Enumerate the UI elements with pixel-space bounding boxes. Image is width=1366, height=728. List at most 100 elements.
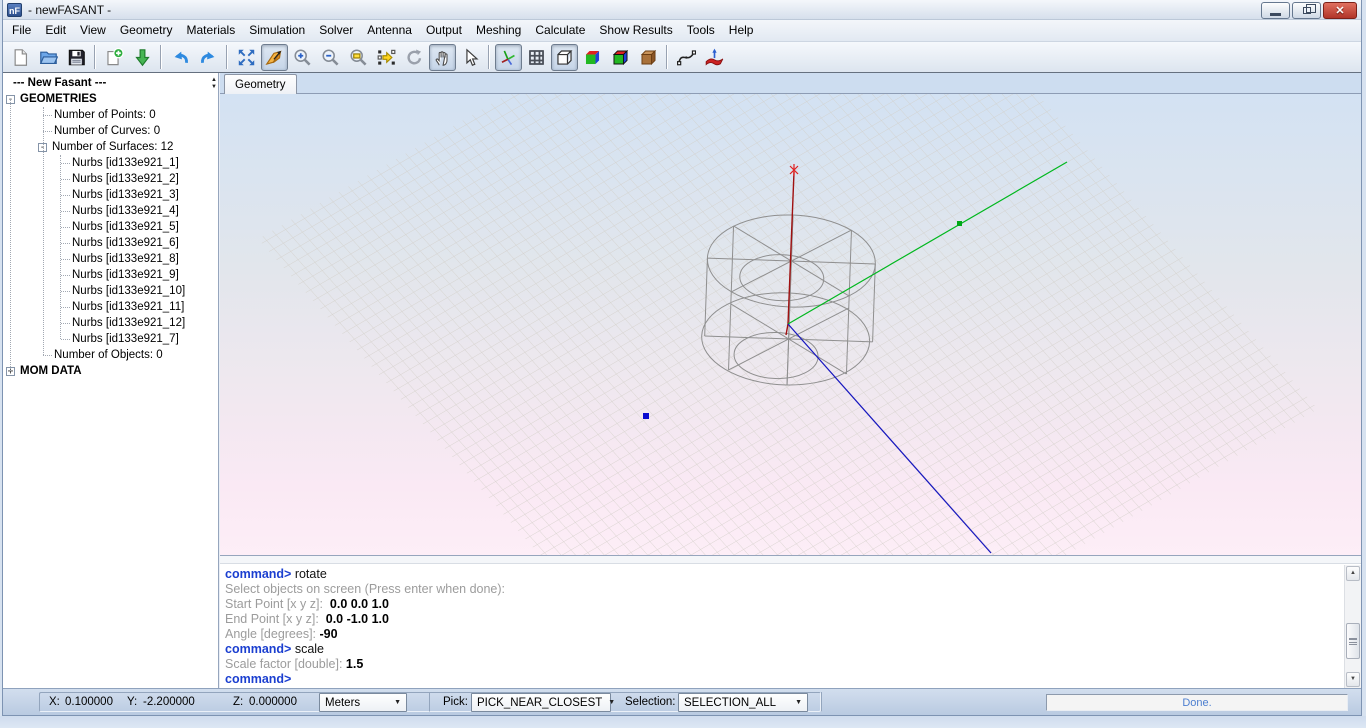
menu-item-tools[interactable]: Tools xyxy=(680,20,722,41)
toolbar-save-button[interactable] xyxy=(63,44,90,71)
toolbar-solid-view-alt-button[interactable] xyxy=(607,44,634,71)
toolbar-fit-view-button[interactable] xyxy=(233,44,260,71)
toolbar-surface-tool-button[interactable] xyxy=(701,44,728,71)
title-bar[interactable]: nF - newFASANT - ✕ xyxy=(3,0,1361,20)
tree-item-nurbs-id133e921-9-[interactable]: Nurbs [id133e921_9] xyxy=(61,267,218,283)
tree-connector-stub xyxy=(61,163,70,164)
console-line: End Point [x y z]: 0.0 -1.0 1.0 xyxy=(225,612,1344,627)
units-dropdown[interactable]: Meters▼ xyxy=(319,693,407,712)
tree-item--new-fasant-[interactable]: --- New Fasant --- xyxy=(13,75,218,91)
toolbar-zoom-out-button[interactable] xyxy=(317,44,344,71)
coord-x-value: 0.100000 xyxy=(65,696,113,708)
menu-item-view[interactable]: View xyxy=(73,20,113,41)
zoom-out-icon xyxy=(321,48,340,67)
toolbar-pan-button[interactable] xyxy=(429,44,456,71)
menu-item-materials[interactable]: Materials xyxy=(180,20,243,41)
menu-item-edit[interactable]: Edit xyxy=(38,20,73,41)
menu-item-help[interactable]: Help xyxy=(722,20,761,41)
menu-item-output[interactable]: Output xyxy=(419,20,469,41)
toolbar-select-cursor-button[interactable] xyxy=(457,44,484,71)
toolbar-solid-view-button[interactable] xyxy=(579,44,606,71)
point-marker[interactable] xyxy=(643,413,649,419)
menu-item-solver[interactable]: Solver xyxy=(312,20,360,41)
tree-item-geometries[interactable]: -GEOMETRIES xyxy=(6,91,218,107)
menu-item-calculate[interactable]: Calculate xyxy=(528,20,592,41)
tree-connector-stub xyxy=(61,291,70,292)
menu-item-antenna[interactable]: Antenna xyxy=(360,20,419,41)
selection-mode-dropdown[interactable]: SELECTION_ALL▼ xyxy=(678,693,808,712)
toolbar-perspective-view-button[interactable] xyxy=(261,44,288,71)
tree-connector-stub xyxy=(61,243,70,244)
fit-view-icon xyxy=(237,48,256,67)
console-line: Scale factor [double]: 1.5 xyxy=(225,657,1344,672)
tree-item-nurbs-id133e921-3-[interactable]: Nurbs [id133e921_3] xyxy=(61,187,218,203)
console-line: Select objects on screen (Press enter wh… xyxy=(225,582,1344,597)
zoom-in-icon xyxy=(293,48,312,67)
toolbar-open-file-button[interactable] xyxy=(35,44,62,71)
toolbar-curve-tool-button[interactable] xyxy=(673,44,700,71)
tree-connector-line xyxy=(10,99,11,371)
toolbar-new-document-button[interactable] xyxy=(7,44,34,71)
tree-item-number-of-curves-0[interactable]: Number of Curves: 0 xyxy=(43,123,218,139)
wireframe-view-icon xyxy=(555,48,574,67)
scroll-down-button[interactable]: ▼ xyxy=(1346,672,1360,687)
console-output[interactable]: command> rotateSelect objects on screen … xyxy=(220,565,1344,688)
minimize-button[interactable] xyxy=(1261,2,1290,19)
toolbar-grid-button[interactable] xyxy=(523,44,550,71)
status-divider xyxy=(821,692,822,712)
tree-item-nurbs-id133e921-6-[interactable]: Nurbs [id133e921_6] xyxy=(61,235,218,251)
rotate-view-icon xyxy=(405,48,424,67)
toolbar-wireframe-view-button[interactable] xyxy=(551,44,578,71)
close-button[interactable]: ✕ xyxy=(1323,2,1357,19)
tree-connector-stub xyxy=(61,227,70,228)
toolbar-rotate-view-button[interactable] xyxy=(401,44,428,71)
menu-item-meshing[interactable]: Meshing xyxy=(469,20,528,41)
tab-geometry[interactable]: Geometry xyxy=(224,74,297,94)
panel-splitter-icon[interactable]: ▲ ▼ xyxy=(210,77,218,91)
tree-item-nurbs-id133e921-5-[interactable]: Nurbs [id133e921_5] xyxy=(61,219,218,235)
tree-item-nurbs-id133e921-4-[interactable]: Nurbs [id133e921_4] xyxy=(61,203,218,219)
tree-item-number-of-points-0[interactable]: Number of Points: 0 xyxy=(43,107,218,123)
toolbar-textured-view-button[interactable] xyxy=(635,44,662,71)
tree-item-number-of-surfaces-12[interactable]: -Number of Surfaces: 12 xyxy=(38,139,218,155)
toolbar-zoom-window-button[interactable] xyxy=(345,44,372,71)
status-bar: X: 0.100000 Y: -2.200000 Z: 0.000000 Met… xyxy=(3,688,1361,715)
tab-bar: Geometry xyxy=(220,73,1361,94)
toolbar-zoom-in-button[interactable] xyxy=(289,44,316,71)
toolbar-add-page-button[interactable] xyxy=(101,44,128,71)
tree-item-number-of-objects-0[interactable]: Number of Objects: 0 xyxy=(43,347,218,363)
tree-item-nurbs-id133e921-10-[interactable]: Nurbs [id133e921_10] xyxy=(61,283,218,299)
tree-item-mom-data[interactable]: +MOM DATA xyxy=(6,363,218,379)
pick-mode-dropdown[interactable]: PICK_NEAR_CLOSEST▼ xyxy=(471,693,611,712)
menu-item-show-results[interactable]: Show Results xyxy=(592,20,679,41)
progress-bar: Done. xyxy=(1046,694,1348,711)
scrollbar-thumb[interactable] xyxy=(1346,623,1360,659)
tree-item-nurbs-id133e921-12-[interactable]: Nurbs [id133e921_12] xyxy=(61,315,218,331)
menu-item-geometry[interactable]: Geometry xyxy=(113,20,180,41)
coord-x-label: X: xyxy=(49,696,60,708)
console-splitter[interactable] xyxy=(220,556,1361,564)
chevron-down-icon: ▼ xyxy=(394,699,401,706)
tree-item-nurbs-id133e921-2-[interactable]: Nurbs [id133e921_2] xyxy=(61,171,218,187)
toolbar-undo-button[interactable] xyxy=(167,44,194,71)
menu-item-file[interactable]: File xyxy=(5,20,38,41)
menu-item-simulation[interactable]: Simulation xyxy=(242,20,312,41)
viewport-3d[interactable] xyxy=(220,94,1361,556)
minimize-icon xyxy=(1270,13,1281,16)
coord-y-value: -2.200000 xyxy=(143,696,195,708)
app-icon: nF xyxy=(7,3,22,17)
console-scrollbar[interactable]: ▲ ▼ xyxy=(1344,565,1361,688)
toolbar-redo-button[interactable] xyxy=(195,44,222,71)
viewport-3d-canvas[interactable] xyxy=(220,94,1364,556)
toolbar-import-geometry-button[interactable] xyxy=(129,44,156,71)
console-line: Angle [degrees]: -90 xyxy=(225,627,1344,642)
tree-item-nurbs-id133e921-1-[interactable]: Nurbs [id133e921_1] xyxy=(61,155,218,171)
command-console[interactable]: command> rotateSelect objects on screen … xyxy=(220,555,1361,688)
restore-button[interactable] xyxy=(1292,2,1321,19)
tree-item-nurbs-id133e921-7-[interactable]: Nurbs [id133e921_7] xyxy=(61,331,218,347)
tree-item-nurbs-id133e921-8-[interactable]: Nurbs [id133e921_8] xyxy=(61,251,218,267)
toolbar-axes-button[interactable] xyxy=(495,44,522,71)
toolbar-show-hide-button[interactable] xyxy=(373,44,400,71)
scroll-up-button[interactable]: ▲ xyxy=(1346,566,1360,581)
tree-item-nurbs-id133e921-11-[interactable]: Nurbs [id133e921_11] xyxy=(61,299,218,315)
